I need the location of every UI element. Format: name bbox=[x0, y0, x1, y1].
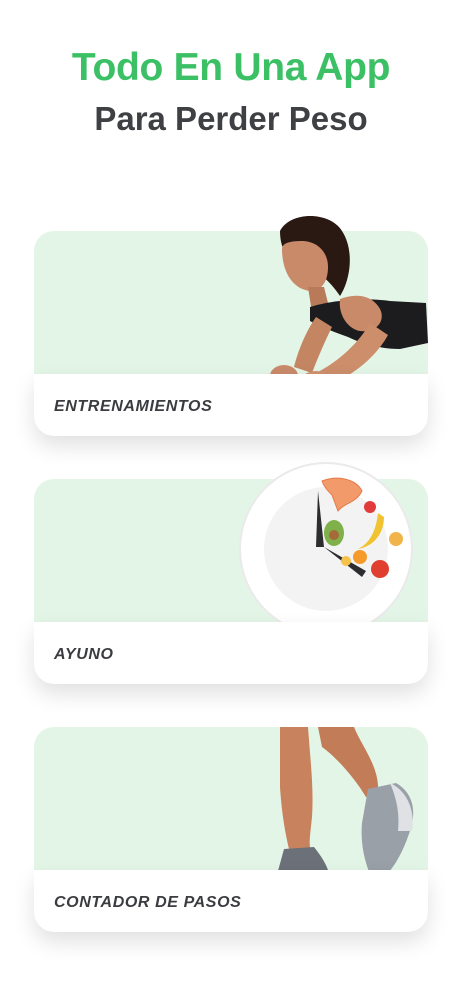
feature-card-workouts[interactable]: ENTRENAMIENTOS bbox=[34, 216, 428, 436]
headline-primary: Todo En Una App bbox=[71, 46, 391, 89]
headline-secondary: Para Perder Peso bbox=[94, 100, 368, 137]
card-label-step-counter[interactable]: CONTADOR DE PASOS bbox=[54, 894, 241, 912]
feature-card-fasting[interactable]: AYUNO bbox=[34, 462, 428, 684]
card-label-workouts[interactable]: ENTRENAMIENTOS bbox=[54, 398, 212, 416]
card-label-fasting[interactable]: AYUNO bbox=[54, 646, 114, 664]
hero-header: Todo En Una App Para Perder Peso bbox=[0, 42, 462, 144]
feature-card-step-counter[interactable]: CONTADOR DE PASOS bbox=[34, 727, 428, 932]
fasting-plate-clock-illustration bbox=[239, 462, 413, 636]
